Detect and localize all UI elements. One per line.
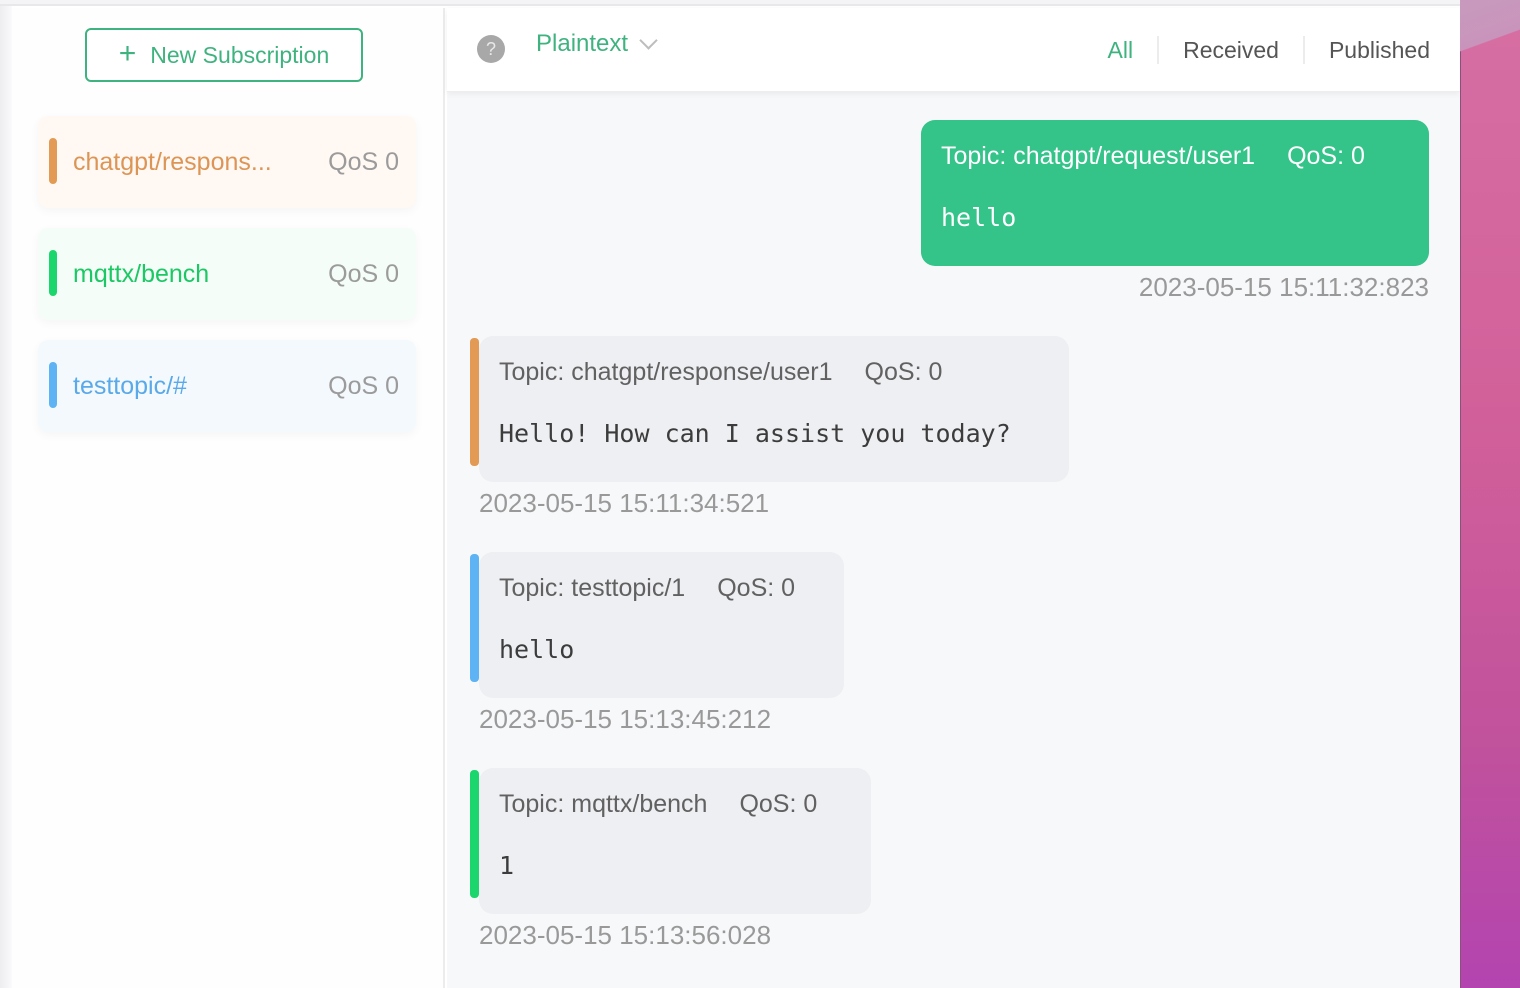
message-qos: QoS: 0 [1287, 142, 1365, 170]
new-subscription-label: New Subscription [150, 41, 330, 68]
help-icon[interactable]: ? [477, 35, 505, 63]
message-bubble[interactable]: Topic: testtopic/1 QoS: 0 hello [470, 552, 844, 698]
message-payload: Hello! How can I assist you today? [499, 419, 1011, 448]
message-payload: hello [499, 635, 575, 664]
message-item-published: Topic: chatgpt/request/user1 QoS: 0 hell… [921, 120, 1429, 303]
subscription-topic: chatgpt/respons... [73, 147, 272, 176]
chevron-down-icon [639, 30, 658, 50]
message-topic: Topic: chatgpt/request/user1 [941, 142, 1256, 170]
message-panel: ? Plaintext All Received Published Topic… [447, 8, 1460, 988]
message-header: Topic: mqttx/bench QoS: 0 [499, 790, 851, 819]
plus-icon: + [118, 36, 137, 70]
message-timestamp: 2023-05-15 15:13:56:028 [479, 920, 772, 950]
message-payload: 1 [499, 851, 515, 880]
payload-format-value: Plaintext [536, 30, 629, 57]
subscription-qos: QoS 0 [328, 371, 399, 400]
subscription-color-bar [49, 138, 57, 184]
desktop-wallpaper [1460, 0, 1520, 988]
filter-tab-received[interactable]: Received [1159, 37, 1303, 64]
message-bubble[interactable]: Topic: chatgpt/request/user1 QoS: 0 hell… [921, 120, 1429, 266]
message-item-received: Topic: mqttx/bench QoS: 0 1 2023-05-15 1… [470, 768, 871, 951]
message-color-bar [470, 554, 479, 682]
subscription-qos: QoS 0 [328, 147, 399, 176]
message-topic: Topic: chatgpt/response/user1 [499, 358, 833, 386]
subscription-item[interactable]: mqttx/bench QoS 0 [38, 228, 416, 320]
message-bubble[interactable]: Topic: chatgpt/response/user1 QoS: 0 Hel… [470, 336, 1069, 482]
message-color-bar [470, 338, 479, 466]
message-item-received: Topic: testtopic/1 QoS: 0 hello 2023-05-… [470, 552, 844, 735]
subscription-list: chatgpt/respons... QoS 0 mqttx/bench QoS… [38, 116, 416, 452]
message-qos: QoS: 0 [717, 574, 796, 602]
subscription-topic: testtopic/# [73, 371, 187, 400]
payload-format-select[interactable]: Plaintext [536, 30, 658, 58]
message-topic: Topic: testtopic/1 [499, 574, 686, 602]
message-timestamp: 2023-05-15 15:11:34:521 [479, 488, 770, 518]
subscription-item[interactable]: testtopic/# QoS 0 [38, 340, 416, 432]
subscription-color-bar [49, 362, 57, 408]
message-header: Topic: testtopic/1 QoS: 0 [499, 574, 824, 603]
message-header: Topic: chatgpt/request/user1 QoS: 0 [941, 142, 1409, 171]
message-qos: QoS: 0 [864, 358, 943, 386]
message-color-bar [470, 770, 479, 898]
filter-tab-all[interactable]: All [1084, 37, 1158, 64]
subscription-qos: QoS 0 [328, 259, 399, 288]
desktop-wallpaper-highlight [1460, 0, 1520, 80]
message-topic: Topic: mqttx/bench [499, 790, 708, 818]
message-timestamp: 2023-05-15 15:13:45:212 [479, 704, 772, 734]
subscription-item[interactable]: chatgpt/respons... QoS 0 [38, 116, 416, 208]
message-toolbar: ? Plaintext All Received Published [447, 8, 1460, 92]
subscription-color-bar [49, 250, 57, 296]
message-header: Topic: chatgpt/response/user1 QoS: 0 [499, 358, 1049, 387]
subscriptions-sidebar: + New Subscription chatgpt/respons... Qo… [12, 8, 445, 988]
window-top-border [0, 0, 1460, 6]
message-payload: hello [941, 203, 1017, 232]
subscription-topic: mqttx/bench [73, 259, 210, 288]
new-subscription-button[interactable]: + New Subscription [85, 28, 363, 82]
message-item-received: Topic: chatgpt/response/user1 QoS: 0 Hel… [470, 336, 1069, 519]
message-bubble[interactable]: Topic: mqttx/bench QoS: 0 1 [470, 768, 871, 914]
filter-tab-published[interactable]: Published [1305, 37, 1430, 64]
message-filter-tabs: All Received Published [1084, 36, 1430, 64]
left-nav-edge [0, 6, 12, 988]
message-qos: QoS: 0 [739, 790, 818, 818]
message-timestamp: 2023-05-15 15:11:32:823 [1138, 272, 1429, 302]
